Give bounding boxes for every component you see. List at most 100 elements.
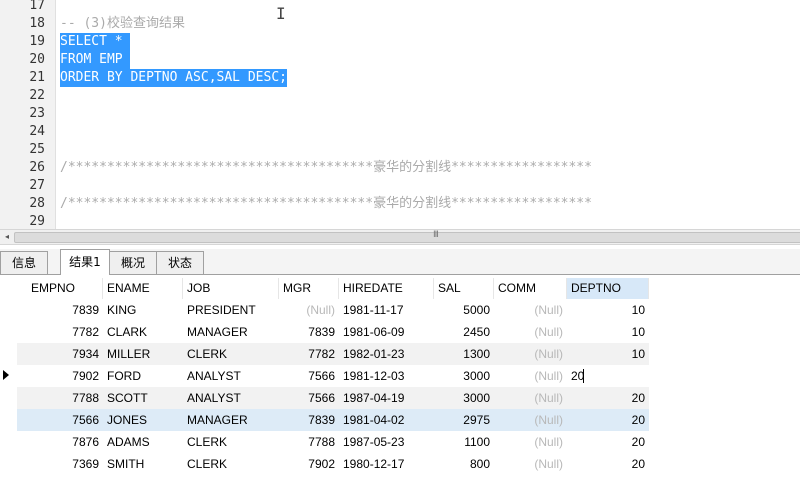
cell-comm[interactable]: (Null) [494, 299, 567, 321]
selected-code-line[interactable]: ORDER BY DEPTNO ASC,SAL DESC; [60, 69, 287, 87]
cell-empno[interactable]: 7934 [17, 343, 103, 365]
cell-deptno[interactable]: 20 [567, 387, 649, 409]
comment-line[interactable]: -- (3)校验查询结果 [60, 15, 185, 33]
cell-hiredate[interactable]: 1981-11-17 [339, 299, 434, 321]
cell-sal[interactable]: 1300 [434, 343, 494, 365]
cell-ename[interactable]: FORD [103, 365, 183, 387]
cell-sal[interactable]: 3000 [434, 365, 494, 387]
cell-sal[interactable]: 5000 [434, 299, 494, 321]
cell-mgr[interactable]: 7782 [279, 343, 339, 365]
cell-mgr[interactable]: 7839 [279, 409, 339, 431]
cell-job[interactable]: ANALYST [183, 387, 279, 409]
tab-profile[interactable]: 概况 [109, 251, 157, 274]
cell-ename[interactable]: MILLER [103, 343, 183, 365]
cell-sal[interactable]: 1100 [434, 431, 494, 453]
cell-comm[interactable]: (Null) [494, 409, 567, 431]
cell-ename[interactable]: CLARK [103, 321, 183, 343]
cell-ename[interactable]: ADAMS [103, 431, 183, 453]
cell-hiredate[interactable]: 1981-12-03 [339, 365, 434, 387]
cell-ename[interactable]: JONES [103, 409, 183, 431]
scroll-left-icon[interactable]: ◂ [2, 230, 12, 244]
column-header-deptno[interactable]: DEPTNO [567, 278, 649, 299]
cell-empno[interactable]: 7902 [17, 365, 103, 387]
cell-hiredate[interactable]: 1987-04-19 [339, 387, 434, 409]
selected-code-line[interactable]: SELECT * [60, 33, 131, 51]
cell-job[interactable]: MANAGER [183, 321, 279, 343]
cell-job[interactable]: ANALYST [183, 365, 279, 387]
cell-comm[interactable]: (Null) [494, 343, 567, 365]
cell-hiredate[interactable]: 1982-01-23 [339, 343, 434, 365]
cell-sal[interactable]: 2450 [434, 321, 494, 343]
line-number: 20 [29, 52, 45, 67]
cell-hiredate[interactable]: 1981-04-02 [339, 409, 434, 431]
cell-job[interactable]: CLERK [183, 453, 279, 475]
table-row[interactable]: 7902 FORD ANALYST 7566 1981-12-03 3000 (Null) 2… [17, 365, 649, 387]
comment-line[interactable]: /***************************************… [60, 195, 592, 213]
line-number: 18 [29, 16, 45, 31]
column-header-hiredate[interactable]: HIREDATE [339, 278, 434, 299]
column-header-empno[interactable]: EMPNO [17, 278, 103, 299]
cell-deptno[interactable]: 20 [567, 431, 649, 453]
result-tabs: 信息 结果1 概况 状态 [0, 249, 800, 275]
table-row[interactable]: 7839 KING PRESIDENT (Null) 1981-11-17 5000 (Nu… [17, 299, 649, 321]
cell-deptno[interactable]: 20 [567, 365, 649, 387]
text-cursor-icon: I [276, 4, 286, 23]
tab-result1[interactable]: 结果1 [60, 249, 110, 275]
cell-sal[interactable]: 800 [434, 453, 494, 475]
cell-comm[interactable]: (Null) [494, 453, 567, 475]
cell-sal[interactable]: 2975 [434, 409, 494, 431]
cell-comm[interactable]: (Null) [494, 365, 567, 387]
cell-mgr[interactable]: 7788 [279, 431, 339, 453]
cell-hiredate[interactable]: 1981-06-09 [339, 321, 434, 343]
cell-job[interactable]: PRESIDENT [183, 299, 279, 321]
cell-hiredate[interactable]: 1980-12-17 [339, 453, 434, 475]
cell-job[interactable]: CLERK [183, 431, 279, 453]
cell-comm[interactable]: (Null) [494, 387, 567, 409]
cell-ename[interactable]: SCOTT [103, 387, 183, 409]
column-header-comm[interactable]: COMM [494, 278, 567, 299]
comment-line[interactable]: /***************************************… [60, 159, 592, 177]
cell-deptno[interactable]: 20 [567, 409, 649, 431]
column-header-ename[interactable]: ENAME [103, 278, 183, 299]
cell-mgr[interactable]: 7566 [279, 365, 339, 387]
cell-mgr[interactable]: 7902 [279, 453, 339, 475]
cell-empno[interactable]: 7369 [17, 453, 103, 475]
current-row-arrow-icon [3, 370, 9, 380]
tab-info[interactable]: 信息 [0, 251, 48, 274]
cell-deptno[interactable]: 20 [567, 453, 649, 475]
cell-job[interactable]: CLERK [183, 343, 279, 365]
scrollbar-thumb[interactable]: III [14, 230, 800, 243]
table-row[interactable]: 7782 CLARK MANAGER 7839 1981-06-09 2450 (Null)… [17, 321, 649, 343]
cell-empno[interactable]: 7782 [17, 321, 103, 343]
cell-mgr[interactable]: 7839 [279, 321, 339, 343]
cell-mgr[interactable]: 7566 [279, 387, 339, 409]
column-header-sal[interactable]: SAL [434, 278, 494, 299]
cell-empno[interactable]: 7839 [17, 299, 103, 321]
column-header-job[interactable]: JOB [183, 278, 279, 299]
table-row[interactable]: 7788 SCOTT ANALYST 7566 1987-04-19 3000 (Null)… [17, 387, 649, 409]
column-header-mgr[interactable]: MGR [279, 278, 339, 299]
cell-hiredate[interactable]: 1987-05-23 [339, 431, 434, 453]
cell-deptno[interactable]: 10 [567, 321, 649, 343]
line-number: 29 [29, 214, 45, 229]
cell-empno[interactable]: 7566 [17, 409, 103, 431]
cell-deptno[interactable]: 10 [567, 299, 649, 321]
cell-comm[interactable]: (Null) [494, 431, 567, 453]
cell-comm[interactable]: (Null) [494, 321, 567, 343]
selected-code-line[interactable]: FROM EMP [60, 51, 131, 69]
cell-empno[interactable]: 7876 [17, 431, 103, 453]
cell-mgr[interactable]: (Null) [279, 299, 339, 321]
cell-deptno[interactable]: 10 [567, 343, 649, 365]
table-row[interactable]: 7369 SMITH CLERK 7902 1980-12-17 800 (Null) 20 [17, 453, 649, 475]
table-row[interactable]: 7934 MILLER CLERK 7782 1982-01-23 1300 (Null) 1… [17, 343, 649, 365]
tab-status[interactable]: 状态 [156, 251, 204, 274]
table-row[interactable]: 7566 JONES MANAGER 7839 1981-04-02 2975 (Null)… [17, 409, 649, 431]
cell-empno[interactable]: 7788 [17, 387, 103, 409]
cell-job[interactable]: MANAGER [183, 409, 279, 431]
table-row[interactable]: 7876 ADAMS CLERK 7788 1987-05-23 1100 (Null) 20 [17, 431, 649, 453]
horizontal-scrollbar[interactable]: ◂ III [0, 229, 800, 245]
sql-editor[interactable]: 17 18 19 20 21 22 23 24 25 26 27 28 29 -- (3)校验查询结果 S… [0, 0, 800, 229]
cell-ename[interactable]: SMITH [103, 453, 183, 475]
cell-ename[interactable]: KING [103, 299, 183, 321]
cell-sal[interactable]: 3000 [434, 387, 494, 409]
